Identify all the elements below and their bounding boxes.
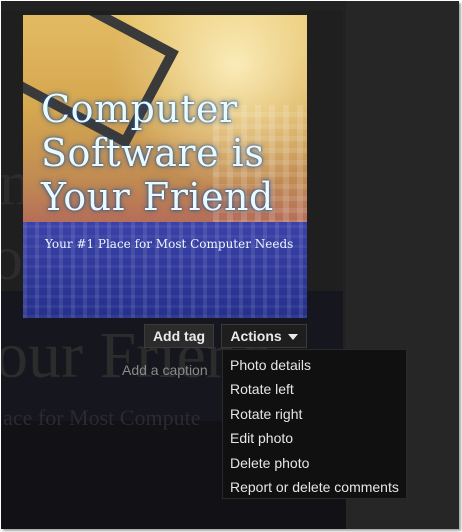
actions-label: Actions (230, 328, 282, 344)
add-caption-link[interactable]: Add a caption (122, 362, 208, 378)
add-tag-label: Add tag (152, 328, 206, 344)
caret-down-icon (287, 334, 298, 340)
menu-item-rotate-right[interactable]: Rotate right (223, 402, 406, 426)
add-tag-button[interactable]: Add tag (144, 324, 214, 348)
actions-menu: Photo details Rotate left Rotate right E… (222, 349, 407, 499)
photo-image[interactable]: Computer Software is Your Friend Your #1… (23, 15, 307, 318)
photo-subtitle: Your #1 Place for Most Computer Needs (45, 237, 294, 251)
actions-dropdown-button[interactable]: Actions (221, 324, 307, 348)
menu-item-photo-details[interactable]: Photo details (223, 353, 406, 377)
menu-item-report-comments[interactable]: Report or delete comments (223, 475, 406, 499)
menu-item-edit-photo[interactable]: Edit photo (223, 426, 406, 450)
backdrop-text-line-4: lace for Most Compute (1, 405, 201, 430)
menu-item-rotate-left[interactable]: Rotate left (223, 377, 406, 401)
photo-title: Computer Software is Your Friend (41, 87, 274, 219)
photo-lightbox: ompute oftware our Friend lace for Most … (1, 1, 459, 529)
menu-item-delete-photo[interactable]: Delete photo (223, 451, 406, 475)
